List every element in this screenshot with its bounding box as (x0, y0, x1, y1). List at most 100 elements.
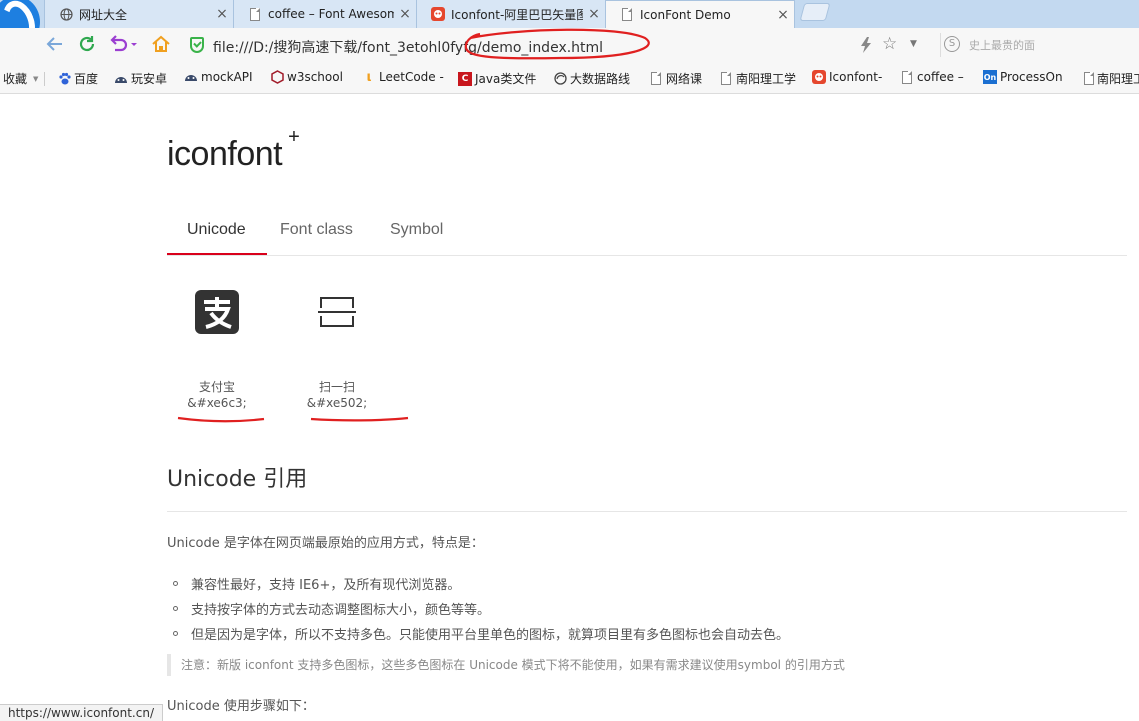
bookmark-baidu[interactable]: 百度 (57, 70, 98, 87)
bookmark-mockapi[interactable]: mockAPI (184, 70, 253, 84)
page-content: iconfont + Unicode Font class Symbol 支付宝 … (0, 95, 1139, 714)
navbar: file:///D:/搜狗高速下载/font_3etohl0fyfg/demo_… (0, 28, 1139, 62)
bullet-icon (173, 581, 178, 586)
bookmark-nyist[interactable]: 南阳理工学 (719, 70, 796, 87)
search-box[interactable]: S (940, 33, 1139, 57)
note-blockquote: 注意：新版 iconfont 支持多色图标，这些多色图标在 Unicode 模式… (167, 654, 1127, 676)
logo-plus: + (288, 125, 300, 148)
bookmark-bigdata[interactable]: 大数据路线 (553, 70, 630, 87)
favorite-star-icon[interactable]: ☆ (882, 34, 897, 54)
secure-shield-icon (190, 37, 204, 53)
csdn-icon: C (458, 71, 472, 86)
bookmark-course[interactable]: 网络课 (649, 70, 702, 87)
bookmark-label: 大数据路线 (570, 72, 631, 86)
bookmark-label: mockAPI (201, 70, 253, 84)
steps-heading: Unicode 使用步骤如下： (167, 699, 315, 714)
list-item: 支持按字体的方式去动态调整图标大小，颜色等等。 (173, 596, 789, 621)
list-item: 兼容性最好，支持 IE6+，及所有现代浏览器。 (173, 571, 789, 596)
iconfont-logo[interactable]: iconfont + (167, 126, 300, 174)
lightning-icon[interactable] (860, 37, 872, 57)
logo-text: iconfont (167, 135, 283, 173)
home-icon[interactable] (150, 34, 172, 56)
demo-tabs: Unicode Font class Symbol (167, 207, 1127, 256)
icon-code: &#xe6c3; (187, 396, 247, 410)
tab-1-close-icon[interactable]: × (211, 6, 233, 22)
address-url[interactable]: file:///D:/搜狗高速下载/font_3etohl0fyfg/demo_… (213, 37, 603, 57)
bookmark-label: coffee – (917, 70, 964, 84)
page-icon (248, 7, 262, 21)
list-item-text: 兼容性最好，支持 IE6+，及所有现代浏览器。 (191, 578, 461, 593)
bookmark-favorites[interactable]: 收藏 ▼ (3, 70, 38, 87)
list-item: 但是因为是字体，所以不支持多色。只能使用平台里单色的图标，就算项目里有多色图标也… (173, 621, 789, 646)
intro-text: Unicode 是字体在网页端最原始的应用方式，特点是： (167, 536, 484, 551)
bookmark-label: Iconfont- (829, 70, 883, 84)
tab-1[interactable]: 网址大全 × (44, 0, 234, 28)
bookmarks-bar: 收藏 ▼ 百度 玩安卓 mockAPI w3school ι LeetCode … (0, 62, 1139, 94)
page-icon (900, 70, 914, 84)
bookmark-label: 百度 (74, 72, 99, 86)
tab-3[interactable]: Iconfont-阿里巴巴矢量图标 × (416, 0, 606, 28)
bookmark-label: 玩安卓 (131, 72, 168, 86)
bookmark-label: w3school (287, 70, 343, 84)
page-icon (719, 72, 733, 86)
tab-2[interactable]: coffee – Font Awesome × (233, 0, 417, 28)
tab-3-close-icon[interactable]: × (583, 6, 605, 22)
bookmark-label: 收藏 (3, 72, 28, 86)
w3school-icon (270, 70, 284, 84)
chevron-down-icon: ▼ (33, 74, 39, 83)
bookmark-iconfont[interactable]: Iconfont- (812, 70, 882, 84)
bookmark-label: LeetCode - (379, 70, 444, 84)
chevron-down-icon[interactable]: ▼ (910, 39, 917, 49)
icon-name: 扫一扫 (318, 380, 355, 394)
section-title: Unicode 引用 (167, 467, 308, 492)
tab-4-title: IconFont Demo (640, 7, 731, 22)
feature-list: 兼容性最好，支持 IE6+，及所有现代浏览器。 支持按字体的方式去动态调整图标大… (173, 571, 789, 646)
tab-strip: 网址大全 × coffee – Font Awesome × Iconfont-… (0, 0, 1139, 48)
search-input[interactable] (969, 35, 1129, 55)
refresh-icon[interactable] (76, 34, 98, 56)
android-icon (184, 70, 198, 84)
list-item-text: 支持按字体的方式去动态调整图标大小，颜色等等。 (191, 603, 491, 618)
bookmark-leetcode[interactable]: ι LeetCode - (362, 70, 444, 85)
page-icon (620, 8, 634, 22)
tab-3-title: Iconfont-阿里巴巴矢量图标 (451, 7, 583, 22)
icon-name: 支付宝 (198, 380, 235, 394)
tab-2-close-icon[interactable]: × (394, 6, 416, 22)
tab-font-class[interactable]: Font class (280, 221, 353, 239)
icon-code: &#xe502; (306, 396, 368, 410)
tab-unicode[interactable]: Unicode (187, 221, 246, 239)
list-item-text: 但是因为是字体，所以不支持多色。只能使用平台里单色的图标，就算项目里有多色图标也… (191, 628, 790, 643)
tab-1-title: 网址大全 (79, 7, 128, 22)
divider (44, 72, 45, 86)
bullet-icon (173, 631, 178, 636)
bookmark-nyist-2[interactable]: 南阳理工 (1084, 70, 1139, 87)
tab-symbol[interactable]: Symbol (390, 221, 443, 239)
tab-4-active[interactable]: IconFont Demo × (605, 0, 795, 28)
page-icon (649, 72, 663, 86)
undo-icon[interactable] (108, 34, 138, 56)
web-icon (553, 72, 567, 86)
address-bar[interactable]: file:///D:/搜狗高速下载/font_3etohl0fyfg/demo_… (183, 32, 933, 58)
bookmark-label: 南阳理工学 (736, 72, 797, 86)
bookmark-label: 网络课 (666, 72, 703, 86)
bookmark-label: Java类文件 (475, 72, 537, 86)
bookmark-w3school[interactable]: w3school (270, 70, 343, 84)
search-engine-icon[interactable]: S (944, 36, 960, 52)
status-bar-url: https://www.iconfont.cn/ (0, 704, 163, 721)
tab-4-close-icon[interactable]: × (772, 7, 794, 23)
tab-2-title: coffee – Font Awesome (268, 7, 394, 21)
paw-icon (57, 72, 71, 86)
page-icon (1084, 72, 1094, 86)
new-tab-button[interactable] (799, 3, 831, 21)
bookmark-label: 南阳理工 (1097, 72, 1139, 86)
bookmark-java[interactable]: C Java类文件 (458, 70, 536, 87)
processon-icon: On (983, 70, 997, 84)
bookmark-wanandroid[interactable]: 玩安卓 (114, 70, 167, 87)
back-arrow-icon[interactable] (44, 34, 66, 56)
active-tab-indicator (167, 253, 267, 255)
alipay-icon (195, 290, 239, 334)
android-icon (114, 72, 128, 86)
bookmark-processon[interactable]: On ProcessOn (983, 70, 1063, 84)
bookmark-coffee[interactable]: coffee – (900, 70, 964, 84)
scan-icon (315, 290, 359, 334)
